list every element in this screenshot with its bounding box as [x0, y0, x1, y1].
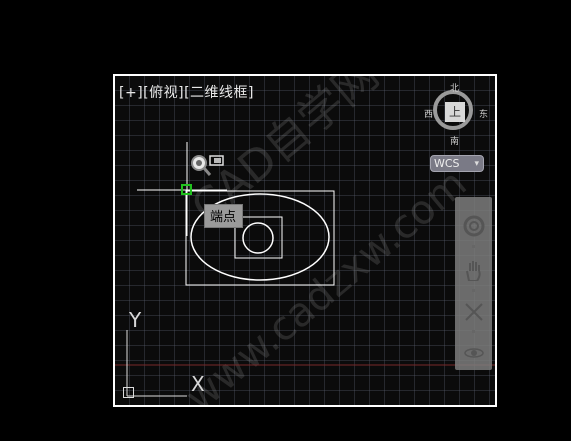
endpoint-snap-marker [181, 184, 192, 195]
circle-shape [242, 222, 274, 254]
viewcube-west[interactable]: 西 [424, 107, 433, 120]
orbit-icon[interactable] [463, 342, 485, 364]
viewport-label[interactable]: [+][俯视][二维线框] [119, 82, 254, 102]
viewcube[interactable]: 上 北 南 西 东 [424, 81, 488, 147]
ucs-origin-box [123, 387, 134, 398]
viewcube-north[interactable]: 北 [450, 81, 459, 94]
ucs-y-label: Y [129, 308, 142, 332]
chevron-down-icon: ▾ [474, 159, 479, 169]
drawing-viewport[interactable]: CAD自学网 www.cadzxw.com [+][俯视][二维线框] 端点 上… [113, 74, 497, 407]
nav-separator [472, 289, 475, 292]
viewcube-south[interactable]: 南 [450, 134, 459, 147]
ucs-x-label: X [191, 372, 205, 396]
viewcube-east[interactable]: 东 [479, 107, 488, 120]
nav-separator [472, 245, 475, 248]
zoom-icon [191, 155, 224, 176]
steering-wheel-icon[interactable] [463, 215, 485, 237]
viewcube-face-top[interactable]: 上 [445, 102, 465, 122]
nav-separator [472, 330, 475, 333]
navigation-bar[interactable] [455, 197, 492, 370]
wcs-label: WCS [434, 157, 460, 170]
pan-hand-icon[interactable] [463, 259, 485, 281]
wcs-dropdown[interactable]: WCS ▾ [430, 155, 484, 172]
zoom-extents-icon[interactable] [463, 301, 485, 323]
osnap-tooltip: 端点 [204, 204, 244, 228]
